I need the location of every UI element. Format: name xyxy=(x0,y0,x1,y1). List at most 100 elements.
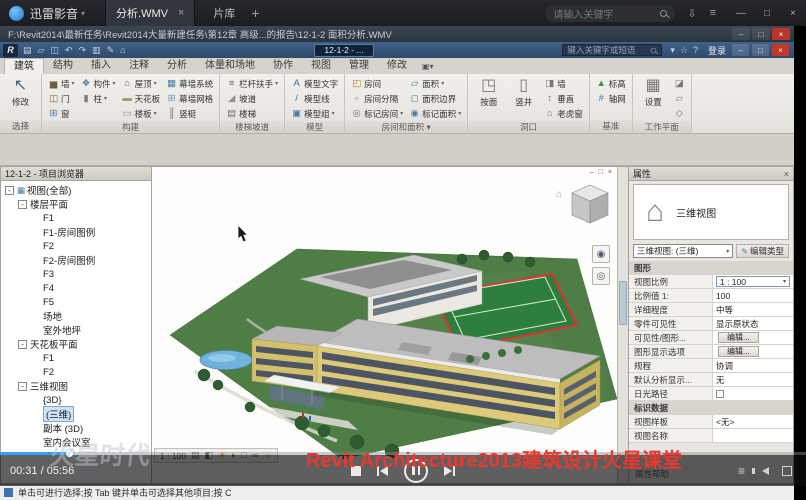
ribbon-tab[interactable]: 结构 xyxy=(44,58,82,74)
tree-item[interactable]: -▦视图(全部) xyxy=(1,183,151,197)
revit-close-button[interactable]: × xyxy=(772,44,789,56)
volume-icon[interactable] xyxy=(762,467,769,475)
ribbon-tab[interactable]: 管理 xyxy=(340,58,378,74)
sign-in-button[interactable]: 登录 xyxy=(708,44,726,57)
tree-item[interactable]: F4 xyxy=(1,281,151,295)
type-selector[interactable]: 三维视图: (三维) ▾ xyxy=(633,244,733,258)
ribbon-button[interactable]: ◻面积边界 xyxy=(407,91,463,106)
prop-value[interactable]: 中等 xyxy=(713,303,793,316)
ribbon-button[interactable]: ⊞幕墙网格 xyxy=(164,91,215,106)
player-logo-icon[interactable] xyxy=(9,6,24,21)
player-tab-active[interactable]: 分析.WMV × xyxy=(105,0,195,26)
prop-value[interactable]: <无> xyxy=(713,415,793,428)
ribbon-button[interactable]: ◰房间 xyxy=(349,76,405,91)
ribbon-tab[interactable]: 分析 xyxy=(158,58,196,74)
ribbon-button[interactable]: ▦幕墙系统 xyxy=(164,76,215,91)
tree-item[interactable]: F1 xyxy=(1,211,151,225)
tree-item[interactable]: F1-房间图例 xyxy=(1,225,151,239)
edit-type-button[interactable]: ✎ 编辑类型 xyxy=(736,244,789,258)
tree-item[interactable]: -天花板平面 xyxy=(1,337,151,351)
ribbon-button[interactable]: ▦设置 xyxy=(637,76,670,121)
tree-item[interactable]: (三维) xyxy=(1,407,151,421)
steering-wheel-button[interactable]: ◉ xyxy=(592,245,610,263)
view-restore-icon[interactable]: □ xyxy=(599,169,603,176)
ribbon-button[interactable]: ⌂屋顶▾ xyxy=(120,76,163,91)
ribbon-button[interactable]: ▫房间分隔 xyxy=(349,91,405,106)
new-tab-button[interactable]: + xyxy=(251,5,259,21)
prop-value[interactable]: 编辑... xyxy=(713,331,793,344)
tree-item[interactable]: {3D} xyxy=(1,393,151,407)
ribbon-button[interactable]: ▭楼板▾ xyxy=(120,106,163,121)
canvas-scrollbar[interactable] xyxy=(617,167,628,483)
ribbon-button[interactable]: ▯竖井 xyxy=(507,76,540,121)
ribbon-button[interactable]: ◎标记房间▾ xyxy=(349,106,405,121)
ribbon-tab[interactable]: 体量和场地 xyxy=(196,58,264,74)
ribbon-button[interactable]: ▱ xyxy=(672,91,687,106)
ribbon-tab[interactable]: 建筑 xyxy=(4,58,44,74)
player-brand[interactable]: 迅雷影音 xyxy=(30,5,78,22)
checkbox[interactable] xyxy=(716,390,724,398)
tree-item[interactable]: -三维视图 xyxy=(1,379,151,393)
collapse-icon[interactable]: - xyxy=(18,340,27,349)
ribbon-button[interactable]: ◳按面 xyxy=(472,76,505,121)
player-tab-library[interactable]: 片库 xyxy=(213,5,235,21)
prop-value[interactable] xyxy=(713,387,793,400)
prop-value-combo[interactable]: 1 : 100▾ xyxy=(716,276,790,287)
prop-value[interactable]: 1 : 100▾ xyxy=(713,275,793,288)
ribbon-button[interactable]: ▲标高 xyxy=(594,76,628,91)
ribbon-button[interactable]: ❖构件▾ xyxy=(79,76,118,91)
ribbon-button[interactable]: ▱面积▾ xyxy=(407,76,463,91)
player-minimize-button[interactable]: — xyxy=(728,0,754,26)
ribbon-button[interactable]: ▣模型组▾ xyxy=(289,106,340,121)
ribbon-button[interactable]: ◇ xyxy=(672,106,687,121)
drawing-area[interactable]: – □ × ⌂ ◉ ◎ 1 : 100 ▤◧☀◐□∞☼ xyxy=(152,166,628,484)
ribbon-button[interactable]: ≡栏杆扶手▾ xyxy=(224,76,280,91)
tab-close-icon[interactable]: × xyxy=(178,7,184,19)
prop-section[interactable]: 图形 xyxy=(629,261,793,275)
ribbon-tab[interactable]: 协作 xyxy=(264,58,302,74)
tree-item[interactable]: F1 xyxy=(1,351,151,365)
tree-item[interactable]: 室外地坪 xyxy=(1,323,151,337)
viewcube[interactable] xyxy=(566,183,614,229)
tree-item[interactable]: F2-房间图例 xyxy=(1,253,151,267)
zoom-button[interactable]: ◎ xyxy=(592,267,610,285)
search-icon[interactable] xyxy=(660,10,667,17)
ribbon-button[interactable]: ⊞窗 xyxy=(46,106,77,121)
ribbon-button[interactable]: ↖修改 xyxy=(4,76,37,120)
prop-value[interactable]: 协调 xyxy=(713,359,793,372)
ribbon-button[interactable]: ▤楼梯 xyxy=(224,106,280,121)
collapse-icon[interactable]: - xyxy=(5,186,14,195)
ribbon-button[interactable]: ▮柱▾ xyxy=(79,91,118,106)
prop-edit-button[interactable]: 编辑... xyxy=(718,346,759,357)
tree-item[interactable]: -楼层平面 xyxy=(1,197,151,211)
video-frame[interactable]: F:\Revit2014\最新任务\Revit2014大量新建任务\第12章 高… xyxy=(0,26,794,500)
tree-item[interactable]: F2 xyxy=(1,365,151,379)
revit-minimize-button[interactable]: – xyxy=(732,44,749,56)
ribbon-button[interactable]: ▬天花板 xyxy=(120,91,163,106)
player-search-input[interactable]: 请输入关键字 xyxy=(545,5,675,22)
tree-item[interactable]: F2 xyxy=(1,239,151,253)
revit-restore-button[interactable]: □ xyxy=(752,44,769,56)
playlist-icon[interactable]: ≡ xyxy=(738,464,745,478)
ribbon-button[interactable]: ◨墙 xyxy=(542,76,585,91)
ribbon-button[interactable]: ║竖梃 xyxy=(164,106,215,121)
ribbon-button[interactable]: A模型文字 xyxy=(289,76,340,91)
ribbon-tab[interactable]: 插入 xyxy=(82,58,120,74)
collapse-icon[interactable]: - xyxy=(18,382,27,391)
ribbon-button[interactable]: ▅墙▾ xyxy=(46,76,77,91)
view-close-icon[interactable]: × xyxy=(608,169,612,176)
ribbon-tab[interactable]: 注释 xyxy=(120,58,158,74)
tree-item[interactable]: F5 xyxy=(1,295,151,309)
ribbon-button[interactable]: ◉标记面积▾ xyxy=(407,106,463,121)
brand-caret-icon[interactable]: ▾ xyxy=(81,9,85,18)
prop-value[interactable]: 编辑... xyxy=(713,345,793,358)
scrollbar-thumb[interactable] xyxy=(619,281,627,325)
fullscreen-icon[interactable] xyxy=(782,466,792,476)
tree-item[interactable]: F3 xyxy=(1,267,151,281)
prop-edit-button[interactable]: 编辑... xyxy=(718,332,759,343)
ribbon-button[interactable]: /模型线 xyxy=(289,91,340,106)
ribbon-button[interactable]: ◪ xyxy=(672,76,687,91)
ribbon-button[interactable]: ◢坡道 xyxy=(224,91,280,106)
viewcube-home-icon[interactable]: ⌂ xyxy=(556,189,562,200)
ribbon-button[interactable]: #轴网 xyxy=(594,91,628,106)
